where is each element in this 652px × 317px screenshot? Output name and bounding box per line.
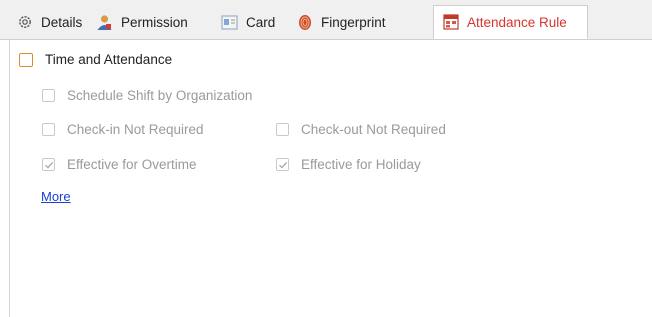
gear-icon [16, 14, 33, 31]
effective-for-holiday-label: Effective for Holiday [301, 157, 421, 172]
fingerprint-icon [296, 14, 313, 31]
schedule-shift-checkbox[interactable] [42, 89, 55, 102]
checkmark-icon [44, 161, 53, 169]
checkmark-icon [278, 161, 287, 169]
schedule-shift-label: Schedule Shift by Organization [67, 88, 253, 103]
effective-for-holiday-checkbox[interactable] [276, 158, 289, 171]
check-out-not-required-label: Check-out Not Required [301, 122, 446, 137]
tab-fingerprint-label: Fingerprint [321, 14, 386, 30]
effective-for-overtime-checkbox[interactable] [42, 158, 55, 171]
more-link[interactable]: More [41, 189, 71, 204]
time-and-attendance-option[interactable]: Time and Attendance [19, 52, 172, 67]
check-out-not-required-option[interactable]: Check-out Not Required [276, 122, 446, 137]
attendance-rule-panel: Time and Attendance Schedule Shift by Or… [10, 40, 652, 317]
tab-attendance-rule[interactable]: Attendance Rule [433, 5, 588, 39]
attendance-rule-icon [442, 14, 459, 31]
check-in-not-required-checkbox[interactable] [42, 123, 55, 136]
effective-for-overtime-option[interactable]: Effective for Overtime [42, 157, 197, 172]
tab-bar: Details Permission Card Fingerprint Atte… [0, 0, 652, 40]
tab-permission-label: Permission [121, 14, 188, 30]
user-permission-icon [96, 14, 113, 31]
effective-for-holiday-option[interactable]: Effective for Holiday [276, 157, 421, 172]
effective-for-overtime-label: Effective for Overtime [67, 157, 197, 172]
schedule-shift-option[interactable]: Schedule Shift by Organization [42, 88, 252, 103]
card-icon [221, 14, 238, 31]
tab-details-label: Details [41, 14, 83, 30]
check-in-not-required-option[interactable]: Check-in Not Required [42, 122, 204, 137]
tab-card[interactable]: Card [221, 5, 275, 39]
tab-card-label: Card [246, 14, 276, 30]
tab-fingerprint[interactable]: Fingerprint [296, 5, 386, 39]
time-and-attendance-label: Time and Attendance [45, 52, 173, 67]
time-and-attendance-checkbox[interactable] [19, 52, 33, 67]
tab-attendance-rule-label: Attendance Rule [467, 14, 567, 30]
tab-permission[interactable]: Permission [96, 5, 188, 39]
check-out-not-required-checkbox[interactable] [276, 123, 289, 136]
check-in-not-required-label: Check-in Not Required [67, 122, 204, 137]
tab-details[interactable]: Details [16, 5, 82, 39]
